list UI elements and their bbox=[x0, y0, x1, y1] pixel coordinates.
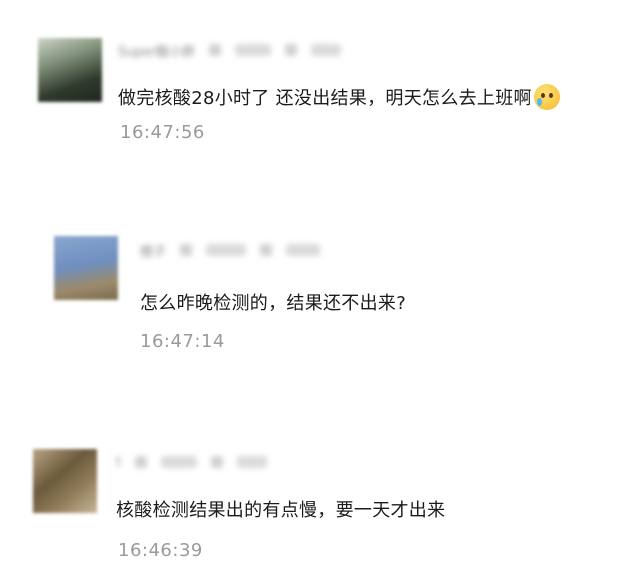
meta-placeholder bbox=[311, 44, 342, 56]
avatar[interactable] bbox=[38, 38, 102, 102]
meta-placeholder bbox=[237, 456, 268, 468]
comment-meta: Super酸小胖 bbox=[118, 40, 342, 60]
meta-placeholder bbox=[206, 244, 247, 256]
comment-message: 做完核酸28小时了 还没出结果，明天怎么去上班啊 bbox=[118, 88, 532, 109]
like-icon bbox=[135, 456, 148, 468]
avatar[interactable] bbox=[54, 236, 118, 300]
comment-text: 核酸检测结果出的有点慢，要一天才出来 bbox=[116, 500, 446, 521]
nickname[interactable]: t bbox=[116, 455, 121, 470]
crying-face-icon bbox=[533, 84, 560, 110]
nickname[interactable]: 橙子 bbox=[140, 241, 166, 260]
comment-timestamp: 16:46:39 bbox=[118, 540, 203, 561]
reply-icon bbox=[285, 44, 298, 56]
like-icon bbox=[180, 244, 193, 256]
nickname[interactable]: Super酸小胖 bbox=[118, 41, 195, 60]
comment-item[interactable]: 橙子 怎么昨晚检测的，结果还不出来? 16:47:14 bbox=[0, 0, 640, 583]
meta-placeholder bbox=[161, 456, 198, 468]
comment-text: 做完核酸28小时了 还没出结果，明天怎么去上班啊 bbox=[118, 84, 560, 110]
reply-icon bbox=[211, 456, 224, 468]
comment-meta: 橙子 bbox=[140, 240, 321, 260]
like-icon bbox=[209, 44, 222, 56]
comment-timestamp: 16:47:14 bbox=[140, 331, 225, 352]
comment-timestamp: 16:47:56 bbox=[120, 122, 205, 143]
comment-text: 怎么昨晚检测的，结果还不出来? bbox=[140, 293, 407, 314]
reply-icon bbox=[260, 244, 273, 256]
meta-placeholder bbox=[235, 44, 272, 56]
meta-placeholder bbox=[286, 244, 321, 256]
comment-item[interactable]: Super酸小胖 做完核酸28小时了 还没出结果，明天怎么去上班啊 16:47:… bbox=[0, 0, 640, 583]
avatar[interactable] bbox=[33, 449, 97, 513]
comment-item[interactable]: t 核酸检测结果出的有点慢，要一天才出来 16:46:39 bbox=[0, 0, 640, 583]
comment-meta: t bbox=[116, 452, 268, 472]
